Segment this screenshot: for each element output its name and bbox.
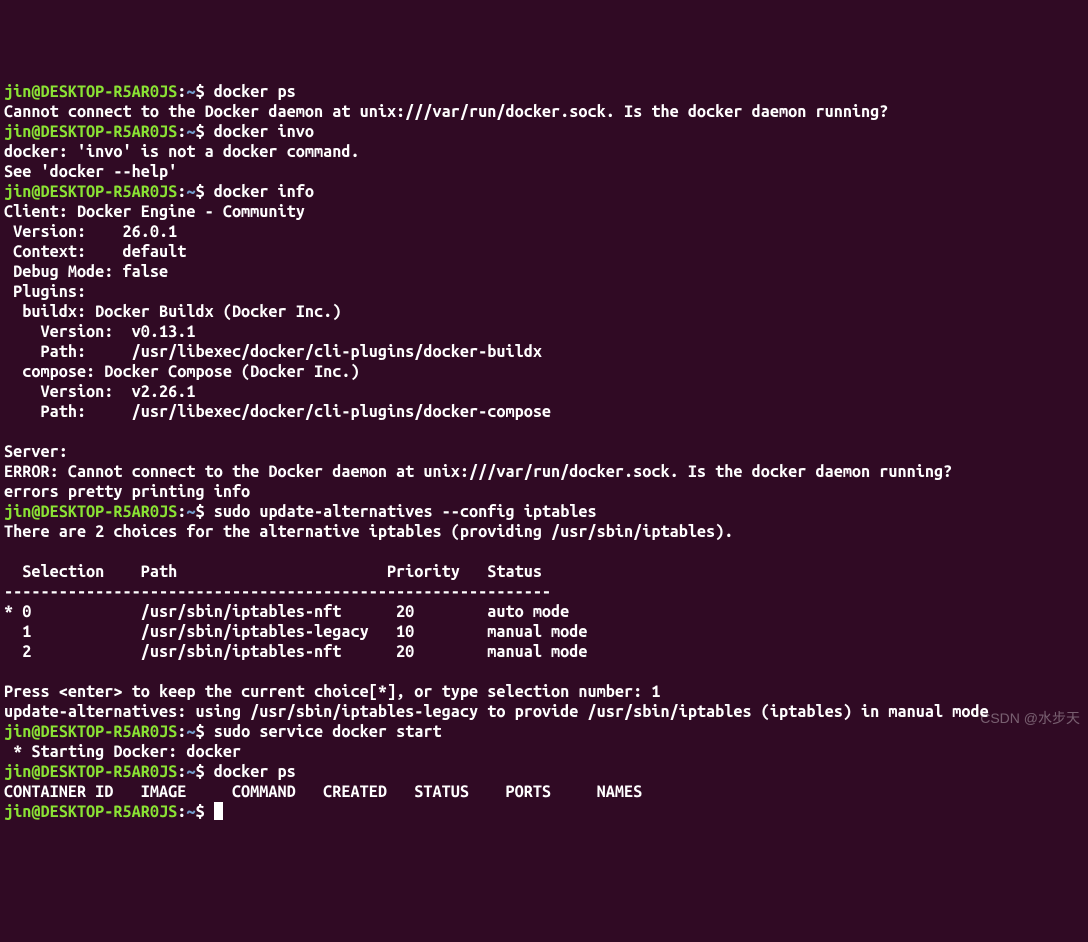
prompt-path: ~ bbox=[186, 763, 195, 781]
output-line: Press <enter> to keep the current choice… bbox=[4, 682, 1084, 702]
prompt-dollar: $ bbox=[195, 723, 213, 741]
output-line bbox=[4, 662, 1084, 682]
output-line: docker: 'invo' is not a docker command. bbox=[4, 142, 1084, 162]
output-line: compose: Docker Compose (Docker Inc.) bbox=[4, 362, 1084, 382]
shell-prompt: jin@DESKTOP-R5AR0JS:~$ bbox=[4, 723, 214, 741]
command-text: docker ps bbox=[214, 83, 296, 101]
output-line: Version: v0.13.1 bbox=[4, 322, 1084, 342]
shell-prompt: jin@DESKTOP-R5AR0JS:~$ bbox=[4, 763, 214, 781]
output-line bbox=[4, 422, 1084, 442]
prompt-dollar: $ bbox=[195, 183, 213, 201]
output-line: Path: /usr/libexec/docker/cli-plugins/do… bbox=[4, 342, 1084, 362]
command-text: docker invo bbox=[214, 123, 314, 141]
prompt-user: jin@DESKTOP-R5AR0JS bbox=[4, 723, 177, 741]
prompt-colon: : bbox=[177, 123, 186, 141]
command-text: sudo update-alternatives --config iptabl… bbox=[214, 503, 597, 521]
cursor bbox=[214, 802, 223, 820]
shell-prompt: jin@DESKTOP-R5AR0JS:~$ bbox=[4, 83, 214, 101]
terminal-output[interactable]: jin@DESKTOP-R5AR0JS:~$ docker psCannot c… bbox=[4, 82, 1084, 822]
prompt-colon: : bbox=[177, 803, 186, 821]
output-line: Selection Path Priority Status bbox=[4, 562, 1084, 582]
output-line: 1 /usr/sbin/iptables-legacy 10 manual mo… bbox=[4, 622, 1084, 642]
output-line: Context: default bbox=[4, 242, 1084, 262]
watermark: CSDN @水步天 bbox=[980, 708, 1080, 728]
output-line: 2 /usr/sbin/iptables-nft 20 manual mode bbox=[4, 642, 1084, 662]
prompt-dollar: $ bbox=[195, 123, 213, 141]
output-line: * Starting Docker: docker bbox=[4, 742, 1084, 762]
prompt-dollar: $ bbox=[195, 503, 213, 521]
output-line: * 0 /usr/sbin/iptables-nft 20 auto mode bbox=[4, 602, 1084, 622]
command-text: sudo service docker start bbox=[214, 723, 442, 741]
command-line[interactable]: jin@DESKTOP-R5AR0JS:~$ docker invo bbox=[4, 122, 1084, 142]
output-line: errors pretty printing info bbox=[4, 482, 1084, 502]
prompt-colon: : bbox=[177, 723, 186, 741]
command-line[interactable]: jin@DESKTOP-R5AR0JS:~$ docker ps bbox=[4, 82, 1084, 102]
command-text: docker info bbox=[214, 183, 314, 201]
command-line[interactable]: jin@DESKTOP-R5AR0JS:~$ sudo update-alter… bbox=[4, 502, 1084, 522]
prompt-user: jin@DESKTOP-R5AR0JS bbox=[4, 123, 177, 141]
output-line: ----------------------------------------… bbox=[4, 582, 1084, 602]
prompt-dollar: $ bbox=[195, 803, 213, 821]
shell-prompt: jin@DESKTOP-R5AR0JS:~$ bbox=[4, 803, 214, 821]
prompt-path: ~ bbox=[186, 803, 195, 821]
output-line: Version: 26.0.1 bbox=[4, 222, 1084, 242]
prompt-colon: : bbox=[177, 83, 186, 101]
output-line bbox=[4, 542, 1084, 562]
output-line: CONTAINER ID IMAGE COMMAND CREATED STATU… bbox=[4, 782, 1084, 802]
prompt-user: jin@DESKTOP-R5AR0JS bbox=[4, 183, 177, 201]
shell-prompt: jin@DESKTOP-R5AR0JS:~$ bbox=[4, 503, 214, 521]
output-line: Client: Docker Engine - Community bbox=[4, 202, 1084, 222]
output-line: See 'docker --help' bbox=[4, 162, 1084, 182]
output-line: Server: bbox=[4, 442, 1084, 462]
command-line[interactable]: jin@DESKTOP-R5AR0JS:~$ docker info bbox=[4, 182, 1084, 202]
output-line: Plugins: bbox=[4, 282, 1084, 302]
output-line: buildx: Docker Buildx (Docker Inc.) bbox=[4, 302, 1084, 322]
prompt-colon: : bbox=[177, 503, 186, 521]
output-line: update-alternatives: using /usr/sbin/ipt… bbox=[4, 702, 1084, 722]
command-line[interactable]: jin@DESKTOP-R5AR0JS:~$ sudo service dock… bbox=[4, 722, 1084, 742]
prompt-user: jin@DESKTOP-R5AR0JS bbox=[4, 803, 177, 821]
prompt-user: jin@DESKTOP-R5AR0JS bbox=[4, 503, 177, 521]
output-line: Cannot connect to the Docker daemon at u… bbox=[4, 102, 1084, 122]
prompt-dollar: $ bbox=[195, 763, 213, 781]
shell-prompt: jin@DESKTOP-R5AR0JS:~$ bbox=[4, 183, 214, 201]
prompt-user: jin@DESKTOP-R5AR0JS bbox=[4, 763, 177, 781]
prompt-colon: : bbox=[177, 183, 186, 201]
output-line: ERROR: Cannot connect to the Docker daem… bbox=[4, 462, 1084, 482]
prompt-colon: : bbox=[177, 763, 186, 781]
command-line[interactable]: jin@DESKTOP-R5AR0JS:~$ bbox=[4, 802, 1084, 822]
output-line: Path: /usr/libexec/docker/cli-plugins/do… bbox=[4, 402, 1084, 422]
output-line: There are 2 choices for the alternative … bbox=[4, 522, 1084, 542]
shell-prompt: jin@DESKTOP-R5AR0JS:~$ bbox=[4, 123, 214, 141]
command-line[interactable]: jin@DESKTOP-R5AR0JS:~$ docker ps bbox=[4, 762, 1084, 782]
prompt-user: jin@DESKTOP-R5AR0JS bbox=[4, 83, 177, 101]
command-text: docker ps bbox=[214, 763, 296, 781]
output-line: Version: v2.26.1 bbox=[4, 382, 1084, 402]
output-line: Debug Mode: false bbox=[4, 262, 1084, 282]
prompt-dollar: $ bbox=[195, 83, 213, 101]
